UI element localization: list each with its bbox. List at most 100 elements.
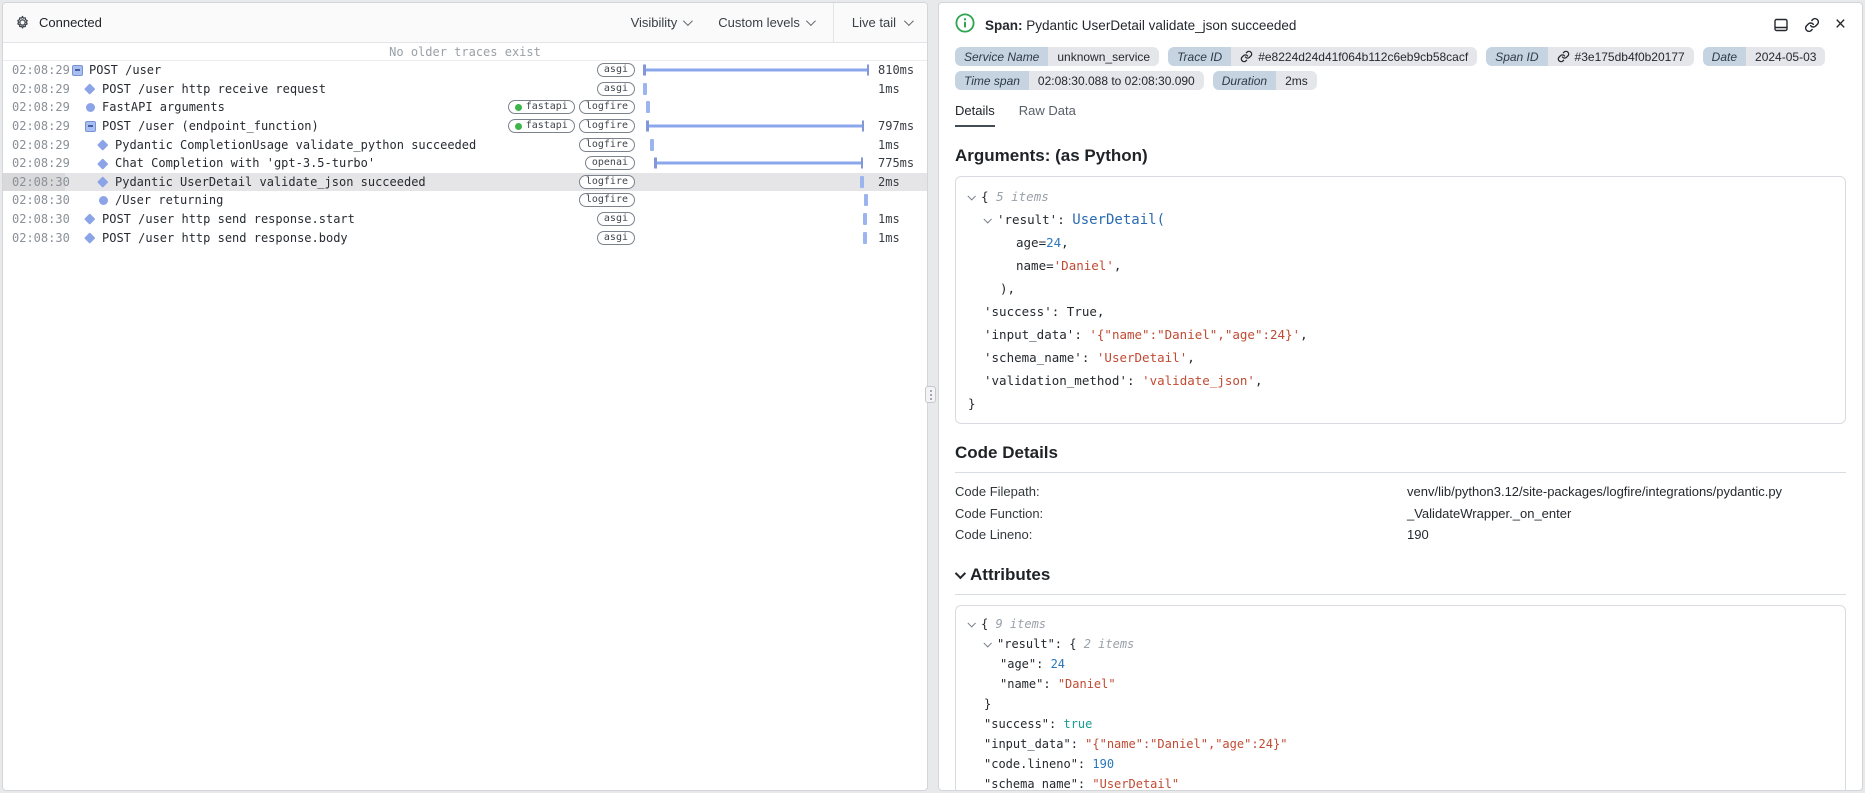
code-token-str: "{"name":"Daniel","age":24}" bbox=[1085, 736, 1288, 751]
duration-timeline bbox=[643, 61, 869, 80]
live-tail-dropdown[interactable]: Live tail bbox=[832, 3, 927, 42]
code-token-plain: : bbox=[1057, 212, 1073, 227]
span-diamond-icon bbox=[97, 157, 109, 169]
code-token-key: "schema_name" bbox=[984, 776, 1078, 791]
span-diamond-icon bbox=[97, 139, 109, 150]
collapse-chevron-icon[interactable] bbox=[967, 191, 981, 201]
span-kind-label: Span: bbox=[985, 17, 1023, 33]
trace-row[interactable]: 02:08:29 POST /user http receive request a… bbox=[3, 80, 927, 99]
scope-badge-logfire: logfire bbox=[578, 100, 635, 115]
visibility-dropdown[interactable]: Visibility bbox=[631, 15, 694, 30]
trace-list: 02:08:29 POST /user asgi 810ms 02:08:29 POST … bbox=[3, 61, 927, 247]
trace-row[interactable]: 02:08:29 POST /user (endpoint_function) fa… bbox=[3, 117, 927, 136]
meta-value: 2024-05-03 bbox=[1746, 47, 1826, 66]
custom-levels-dropdown[interactable]: Custom levels bbox=[718, 15, 816, 30]
duration-bar bbox=[643, 82, 647, 95]
close-icon[interactable]: × bbox=[1835, 15, 1846, 34]
code-line: 'schema_name': 'UserDetail', bbox=[968, 346, 1833, 369]
trace-timestamp: 02:08:29 bbox=[12, 63, 70, 78]
code-token-plain: , bbox=[1113, 258, 1122, 273]
code-token-plain: } bbox=[984, 696, 992, 711]
collapse-chevron-icon[interactable] bbox=[983, 638, 997, 648]
scope-badge-asgi: asgi bbox=[596, 212, 635, 227]
scope-badge-logfire: logfire bbox=[578, 137, 635, 152]
code-token-plain: age= bbox=[1016, 235, 1047, 250]
meta-pill-trace-id[interactable]: Trace ID #e8224d24d41f064b112c6eb9cb58cac… bbox=[1168, 47, 1478, 66]
trace-row[interactable]: 02:08:30 POST /user http send response.bo… bbox=[3, 228, 927, 247]
attributes-heading[interactable]: Attributes bbox=[954, 565, 1846, 585]
scope-badge-logfire: logfire bbox=[578, 119, 635, 134]
trace-panel-toolbar: Connected Visibility Custom levels Live … bbox=[3, 3, 927, 43]
code-line: age= 24, bbox=[968, 231, 1833, 254]
trace-timestamp: 02:08:30 bbox=[12, 193, 70, 208]
panel-resize-handle[interactable] bbox=[925, 386, 936, 403]
duration-label: 2ms bbox=[878, 174, 900, 189]
code-token-plain: name= bbox=[1016, 258, 1054, 273]
log-circle-icon bbox=[84, 102, 96, 112]
divider bbox=[955, 472, 1846, 473]
code-line: ), bbox=[968, 277, 1833, 300]
gear-icon[interactable] bbox=[15, 15, 30, 30]
code-token-plain: , bbox=[1254, 373, 1263, 388]
code-token-num: 190 bbox=[1092, 756, 1115, 771]
code-token-num: 24 bbox=[1046, 235, 1062, 250]
trace-timestamp: 02:08:29 bbox=[12, 156, 70, 171]
trace-row[interactable]: 02:08:29 Chat Completion with 'gpt-3.5-tu… bbox=[3, 154, 927, 173]
trace-span-cell: POST /user http send response.body bbox=[65, 231, 589, 245]
trace-span-name: /User returning bbox=[115, 193, 224, 208]
trace-row[interactable]: 02:08:30 POST /user http send response.st… bbox=[3, 210, 927, 229]
code-token-key: "result" bbox=[997, 636, 1055, 651]
scope-badges: asgi bbox=[596, 212, 635, 227]
span-name: Pydantic UserDetail validate_json succee… bbox=[1026, 17, 1297, 33]
span-title: Span: Pydantic UserDetail validate_json … bbox=[985, 18, 1296, 33]
collapse-chevron-icon[interactable] bbox=[967, 618, 981, 628]
trace-span-name: POST /user http send response.start bbox=[102, 212, 355, 227]
code-detail-label: Code Function: bbox=[955, 505, 1044, 521]
scope-badges: asgi bbox=[596, 81, 635, 96]
span-diamond-icon bbox=[84, 232, 96, 243]
collapse-icon[interactable] bbox=[71, 64, 83, 76]
trace-row[interactable]: 02:08:30 Pydantic UserDetail validate_jso… bbox=[3, 172, 927, 192]
scope-badge-asgi: asgi bbox=[596, 81, 635, 96]
tab-details[interactable]: Details bbox=[955, 103, 995, 127]
dock-panel-icon[interactable] bbox=[1773, 17, 1789, 33]
meta-label: Service Name bbox=[955, 47, 1049, 66]
collapse-icon[interactable] bbox=[84, 120, 96, 132]
code-token-plain: : bbox=[1077, 756, 1093, 771]
attributes-code-block: { 9 items "result": { 2 items "age": 24 "na… bbox=[955, 604, 1846, 791]
duration-timeline bbox=[643, 98, 869, 117]
trace-span-name: FastAPI arguments bbox=[102, 100, 225, 115]
trace-timestamp: 02:08:29 bbox=[12, 119, 70, 134]
code-details-heading: Code Details bbox=[955, 443, 1058, 462]
trace-row[interactable]: 02:08:29 POST /user asgi 810ms bbox=[3, 61, 927, 80]
trace-span-cell: POST /user http send response.start bbox=[65, 212, 589, 226]
trace-span-name: POST /user (endpoint_function) bbox=[102, 119, 319, 134]
trace-span-name: Pydantic UserDetail validate_json succee… bbox=[115, 174, 426, 189]
code-line: } bbox=[968, 392, 1833, 415]
scope-badge-openai: openai bbox=[584, 156, 635, 171]
scope-badge-asgi: asgi bbox=[596, 63, 635, 78]
duration-bar bbox=[863, 231, 868, 244]
duration-timeline bbox=[643, 228, 869, 247]
custom-levels-label: Custom levels bbox=[718, 15, 800, 30]
collapse-chevron-icon[interactable] bbox=[983, 214, 997, 224]
code-token-plain: : { bbox=[1054, 636, 1084, 651]
code-token-plain: , bbox=[1061, 235, 1069, 250]
meta-value: #3e175db4f0b20177 bbox=[1547, 47, 1694, 66]
trace-row[interactable]: 02:08:30/User returning logfire bbox=[3, 191, 927, 210]
trace-row[interactable]: 02:08:29 FastAPI arguments fastapi logfire bbox=[3, 98, 927, 117]
trace-row[interactable]: 02:08:29 Pydantic CompletionUsage validat… bbox=[3, 135, 927, 154]
tab-raw-data[interactable]: Raw Data bbox=[1019, 103, 1076, 127]
chevron-down-icon bbox=[805, 16, 816, 27]
duration-label: 1ms bbox=[878, 230, 900, 245]
collapse-chevron-icon[interactable] bbox=[954, 567, 967, 579]
code-token-str: '{"name":"Daniel","age":24}' bbox=[1089, 327, 1301, 342]
copy-link-icon[interactable] bbox=[1804, 17, 1820, 33]
code-detail-value: 190 bbox=[1407, 527, 1429, 543]
scope-badges: asgi bbox=[596, 230, 635, 245]
scope-badge-fastapi: fastapi bbox=[507, 100, 575, 115]
meta-pill-span-id[interactable]: Span ID #3e175db4f0b20177 bbox=[1486, 47, 1694, 66]
trace-timestamp: 02:08:29 bbox=[12, 81, 70, 96]
span-diamond-icon bbox=[84, 213, 96, 225]
code-line: 'validation_method': 'validate_json', bbox=[968, 369, 1833, 392]
